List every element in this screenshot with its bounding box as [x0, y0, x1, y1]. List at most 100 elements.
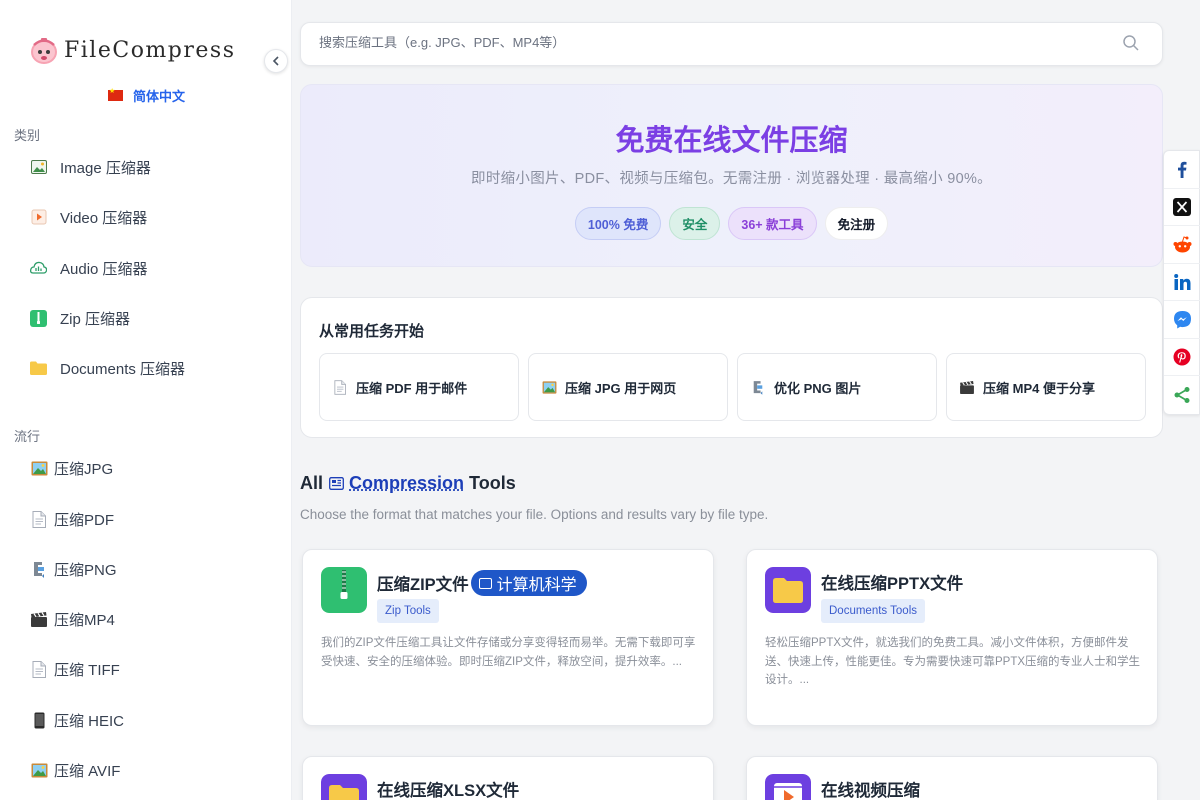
- share-reddit-button[interactable]: [1164, 226, 1200, 264]
- picture-icon: [30, 459, 48, 477]
- search-input[interactable]: [319, 35, 1099, 50]
- pill-no-signup: 免注册: [825, 207, 889, 240]
- pill-secure: 安全: [669, 207, 720, 240]
- sidebar-item-label: 压缩PDF: [54, 509, 114, 530]
- x-icon: [1173, 198, 1191, 216]
- quick-tasks-title: 从常用任务开始: [319, 320, 424, 341]
- task-label: 压缩 MP4 便于分享: [983, 378, 1095, 397]
- sidebar-item-image[interactable]: Image 压缩器: [30, 155, 151, 179]
- hero-subtitle: 即时缩小图片、PDF、视频与压缩包。无需注册 · 浏览器处理 · 最高缩小 90…: [301, 167, 1162, 188]
- logo-icon: [28, 34, 60, 66]
- image-icon: [30, 159, 47, 176]
- sidebar-item-label: 压缩PNG: [54, 559, 117, 580]
- share-linkedin-button[interactable]: [1164, 264, 1200, 302]
- category-tag: 计算机科学: [471, 570, 587, 596]
- tag-label: 计算机科学: [497, 571, 577, 595]
- document-icon: [332, 379, 348, 395]
- popular-title: 流行: [14, 426, 40, 445]
- sidebar-item-documents[interactable]: Documents 压缩器: [30, 356, 185, 380]
- language-selector[interactable]: 简体中文: [108, 86, 185, 105]
- folder-file-icon: [765, 567, 811, 613]
- sidebar-item-jpg[interactable]: 压缩JPG: [30, 456, 113, 480]
- categories-title: 类别: [14, 125, 40, 144]
- sidebar-item-label: 压缩MP4: [54, 609, 115, 630]
- compression-link[interactable]: Compression: [349, 473, 464, 494]
- sidebar: FileCompress 简体中文 类别 Image 压缩器 Video 压缩器…: [0, 0, 292, 800]
- brand-name: FileCompress: [64, 38, 236, 63]
- sidebar-item-heic[interactable]: 压缩 HEIC: [30, 708, 124, 732]
- folder-file-icon: [321, 774, 367, 800]
- sidebar-item-mp4[interactable]: 压缩MP4: [30, 607, 115, 631]
- share-facebook-button[interactable]: [1164, 151, 1200, 189]
- sidebar-item-tiff[interactable]: 压缩 TIFF: [30, 657, 120, 681]
- picture-icon: [30, 761, 48, 779]
- video-file-icon: [765, 774, 811, 800]
- tag-icon: [479, 578, 492, 589]
- clapper-icon: [959, 379, 975, 395]
- collapse-sidebar-button[interactable]: [264, 49, 288, 73]
- hero-title: 免费在线文件压缩: [301, 117, 1162, 159]
- sidebar-item-png[interactable]: 压缩PNG: [30, 557, 117, 581]
- tool-card-video[interactable]: 在线视频压缩: [746, 756, 1158, 800]
- tool-name: 在线压缩XLSX文件: [377, 777, 519, 800]
- phone-icon: [30, 711, 48, 729]
- task-compress-jpg[interactable]: 压缩 JPG 用于网页: [528, 353, 728, 421]
- tool-badge[interactable]: Zip Tools: [377, 599, 439, 623]
- heading-suffix: Tools: [469, 473, 516, 494]
- heading-prefix: All: [300, 473, 323, 494]
- linkedin-icon: [1174, 274, 1191, 290]
- clapper-icon: [30, 610, 48, 628]
- sidebar-item-label: Audio 压缩器: [60, 258, 148, 279]
- pinterest-icon: [1173, 348, 1191, 366]
- clamp-icon: [30, 560, 48, 578]
- picture-icon: [541, 379, 557, 395]
- share-x-button[interactable]: [1164, 189, 1200, 227]
- task-compress-mp4[interactable]: 压缩 MP4 便于分享: [946, 353, 1146, 421]
- task-label: 压缩 JPG 用于网页: [565, 378, 676, 397]
- document-icon: [30, 510, 48, 528]
- china-flag-icon: [108, 90, 123, 101]
- sidebar-item-label: 压缩 HEIC: [54, 710, 124, 731]
- share-messenger-button[interactable]: [1164, 301, 1200, 339]
- tool-badge[interactable]: Documents Tools: [821, 599, 925, 623]
- audio-icon: [30, 260, 47, 277]
- search-bar: [300, 22, 1163, 66]
- tool-card-pptx[interactable]: 在线压缩PPTX文件 Documents Tools 轻松压缩PPTX文件，就选…: [746, 549, 1158, 726]
- tool-name: 在线压缩PPTX文件: [821, 570, 963, 594]
- share-icon: [1173, 386, 1191, 404]
- tool-description: 轻松压缩PPTX文件，就选我们的免费工具。减小文件体积，方便邮件发送、快速上传，…: [765, 634, 1143, 690]
- chevron-left-icon: [272, 56, 280, 66]
- sidebar-item-avif[interactable]: 压缩 AVIF: [30, 758, 120, 782]
- zip-icon: [30, 310, 47, 327]
- sidebar-item-label: 压缩JPG: [54, 458, 113, 479]
- all-tools-subtitle: Choose the format that matches your file…: [300, 507, 768, 522]
- language-label: 简体中文: [133, 86, 185, 105]
- hero-banner: 免费在线文件压缩 即时缩小图片、PDF、视频与压缩包。无需注册 · 浏览器处理 …: [300, 84, 1163, 267]
- sidebar-item-label: Documents 压缩器: [60, 358, 185, 379]
- tool-description: 我们的ZIP文件压缩工具让文件存储或分享变得轻而易举。无需下载即可享受快速、安全…: [321, 634, 699, 671]
- tool-name: 压缩ZIP文件 计算机科学: [377, 570, 587, 596]
- share-pinterest-button[interactable]: [1164, 339, 1200, 377]
- sidebar-item-label: Video 压缩器: [60, 207, 147, 228]
- sidebar-item-audio[interactable]: Audio 压缩器: [30, 256, 148, 280]
- logo[interactable]: FileCompress: [28, 34, 236, 66]
- messenger-icon: [1173, 310, 1192, 329]
- task-compress-pdf[interactable]: 压缩 PDF 用于邮件: [319, 353, 519, 421]
- sidebar-item-pdf[interactable]: 压缩PDF: [30, 507, 114, 531]
- sidebar-item-video[interactable]: Video 压缩器: [30, 205, 147, 229]
- tool-card-xlsx[interactable]: 在线压缩XLSX文件: [302, 756, 714, 800]
- folder-icon: [30, 360, 47, 377]
- task-optimize-png[interactable]: 优化 PNG 图片: [737, 353, 937, 421]
- all-tools-heading: All Compression Tools: [300, 473, 516, 494]
- sidebar-item-label: 压缩 AVIF: [54, 760, 120, 781]
- task-label: 优化 PNG 图片: [774, 378, 861, 397]
- reddit-icon: [1173, 236, 1192, 253]
- video-icon: [30, 209, 47, 226]
- feature-pills: 100% 免费 安全 36+ 款工具 免注册: [301, 207, 1162, 240]
- search-icon[interactable]: [1122, 34, 1140, 52]
- pill-free: 100% 免费: [575, 207, 661, 240]
- document-icon: [30, 660, 48, 678]
- sidebar-item-zip[interactable]: Zip 压缩器: [30, 306, 130, 330]
- share-more-button[interactable]: [1164, 376, 1200, 414]
- tool-card-zip[interactable]: 压缩ZIP文件 计算机科学 Zip Tools 我们的ZIP文件压缩工具让文件存…: [302, 549, 714, 726]
